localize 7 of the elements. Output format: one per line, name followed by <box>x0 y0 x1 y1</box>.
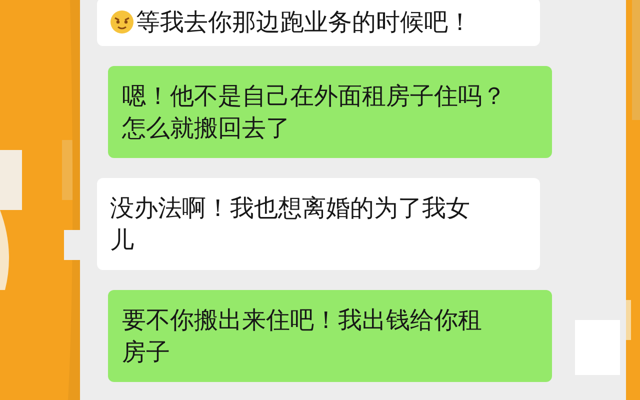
message-text: 要不你搬出来住吧！我出钱给你租 <box>122 305 482 336</box>
message-text: 儿 <box>110 225 134 256</box>
message-text: 怎么就搬回去了 <box>122 113 290 144</box>
message-text: 没办法啊！我也想离婚的为了我女 <box>110 193 470 224</box>
message-text: 等我去你那边跑业务的时候吧！ <box>110 6 472 38</box>
message-text: 房子 <box>122 337 170 368</box>
message-text: 嗯！他不是自己在外面租房子住吗？ <box>122 81 506 112</box>
